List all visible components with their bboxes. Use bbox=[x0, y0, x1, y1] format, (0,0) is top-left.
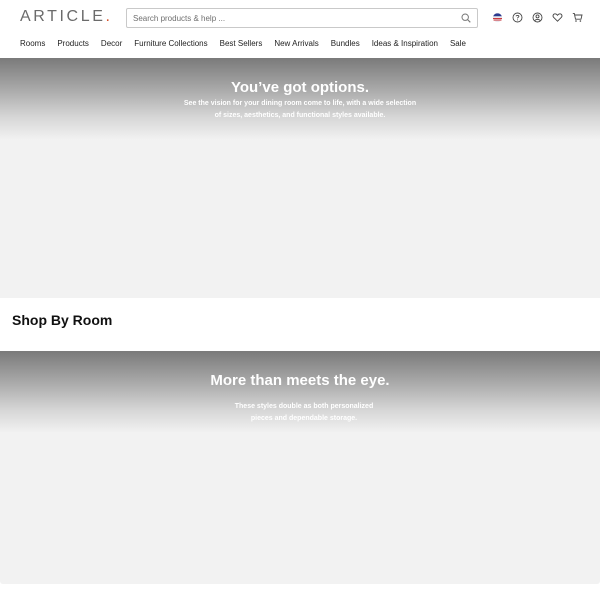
search-box bbox=[126, 8, 478, 28]
storage-hero-line-1: These styles double as both personalized bbox=[234, 403, 374, 410]
brand-logo-text: ARTICLE bbox=[20, 8, 106, 25]
nav-ideas-inspiration[interactable]: Ideas & Inspiration bbox=[372, 39, 438, 51]
cart-icon[interactable] bbox=[572, 12, 583, 23]
main-nav: Rooms Products Decor Furniture Collectio… bbox=[20, 39, 466, 51]
nav-sale[interactable]: Sale bbox=[450, 39, 466, 51]
storage-hero-banner[interactable]: More than meets the eye. These styles do… bbox=[0, 351, 600, 584]
dining-hero-title: You’ve got options. bbox=[230, 79, 370, 96]
nav-rooms[interactable]: Rooms bbox=[20, 39, 45, 51]
wishlist-icon[interactable] bbox=[552, 12, 563, 23]
nav-products[interactable]: Products bbox=[57, 39, 89, 51]
dining-hero-line-1: See the vision for your dining room come… bbox=[183, 100, 417, 107]
help-icon[interactable] bbox=[512, 12, 523, 23]
search-icon[interactable] bbox=[461, 13, 471, 23]
nav-new-arrivals[interactable]: New Arrivals bbox=[274, 39, 318, 51]
storage-hero-title: More than meets the eye. bbox=[210, 372, 390, 389]
nav-bundles[interactable]: Bundles bbox=[331, 39, 360, 51]
site-header: ARTICLE. Rooms Products Decor Furniture bbox=[0, 0, 600, 58]
brand-logo-dot: . bbox=[105, 8, 110, 25]
search-input[interactable] bbox=[133, 11, 453, 25]
shop-by-room-heading: Shop By Room bbox=[12, 312, 113, 328]
account-icon[interactable] bbox=[532, 12, 543, 23]
storage-hero-description: These styles double as both personalized… bbox=[204, 401, 404, 424]
nav-decor[interactable]: Decor bbox=[101, 39, 122, 51]
storage-hero-line-2: pieces and dependable storage. bbox=[250, 414, 358, 422]
dining-hero-banner[interactable]: You’ve got options. See the vision for y… bbox=[0, 58, 600, 298]
brand-logo[interactable]: ARTICLE. bbox=[20, 8, 110, 26]
dining-hero-line-2: of sizes, aesthetics, and functional sty… bbox=[214, 111, 386, 119]
nav-furniture-collections[interactable]: Furniture Collections bbox=[134, 39, 207, 51]
dining-hero-description: See the vision for your dining room come… bbox=[170, 98, 430, 121]
nav-best-sellers[interactable]: Best Sellers bbox=[220, 39, 263, 51]
locale-flag-icon[interactable] bbox=[492, 12, 503, 23]
